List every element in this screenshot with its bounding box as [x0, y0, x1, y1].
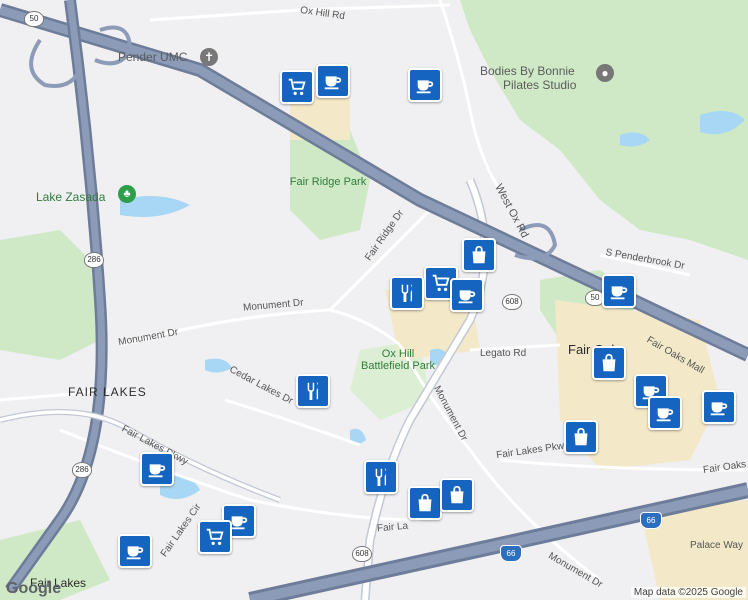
shopping-bag-marker[interactable] [440, 478, 474, 512]
restaurant-marker[interactable] [390, 276, 424, 310]
shopping-bag-icon [602, 353, 616, 372]
label-pilates-studio: Pilates Studio [503, 78, 577, 92]
label-palace-way: Palace Way [690, 540, 743, 551]
restaurant-marker[interactable] [364, 460, 398, 494]
route-shield-va608-south: 608 [352, 546, 372, 562]
shopping-cart-icon [288, 78, 306, 96]
restaurant-marker[interactable] [296, 374, 330, 408]
fork-knife-icon [375, 468, 387, 486]
shopping-bag-marker[interactable] [564, 420, 598, 454]
grocery-marker[interactable] [280, 70, 314, 104]
route-shield-va286-south: 286 [72, 462, 92, 478]
label-pender-umc: Pender UMC [118, 50, 188, 64]
fork-knife-icon [307, 382, 319, 400]
cafe-marker[interactable] [648, 396, 682, 430]
shopping-cart-icon [206, 528, 224, 546]
cafe-marker[interactable] [118, 534, 152, 568]
label-bodies-by-bonnie: Bodies By Bonnie [480, 64, 575, 78]
fitness-icon: ● [596, 64, 614, 82]
route-shield-va286-north: 286 [84, 252, 104, 268]
cafe-marker[interactable] [140, 452, 174, 486]
park-tree-icon: ♣ [118, 185, 136, 203]
coffee-cup-icon [610, 286, 628, 300]
cafe-marker[interactable] [450, 278, 484, 312]
cafe-marker[interactable] [702, 390, 736, 424]
shopping-bag-icon [472, 245, 486, 264]
coffee-cup-icon [126, 546, 144, 560]
label-fair-ridge-park: Fair Ridge Park [289, 176, 367, 188]
coffee-cup-icon [710, 402, 728, 416]
coffee-cup-icon [458, 290, 476, 304]
fork-knife-icon [401, 284, 413, 302]
route-shield-va608-east: 608 [502, 294, 522, 310]
church-icon: ✝ [200, 48, 218, 66]
shopping-cart-icon [432, 274, 450, 292]
cafe-marker[interactable] [316, 64, 350, 98]
coffee-cup-icon [148, 464, 166, 478]
route-shield-i66-east: 66 [640, 512, 662, 529]
shopping-bag-marker[interactable] [408, 486, 442, 520]
map-canvas[interactable]: Ox Hill Rd Pender UMC ✝ Bodies By Bonnie… [0, 0, 748, 600]
shopping-bag-icon [418, 493, 432, 512]
route-shield-i66-south: 66 [500, 545, 522, 562]
map-attribution: Map data ©2025 Google [630, 587, 746, 598]
cafe-marker[interactable] [408, 68, 442, 102]
label-legato-rd: Legato Rd [480, 348, 527, 359]
shopping-bag-icon [450, 485, 464, 504]
grocery-marker[interactable] [198, 520, 232, 554]
shopping-bag-marker[interactable] [462, 238, 496, 272]
google-logo: Google [6, 580, 62, 597]
label-ox-hill-battlefield-park: Ox Hill Battlefield Park [361, 348, 435, 372]
coffee-cup-icon [416, 80, 434, 94]
label-fair-lakes-area: FAIR LAKES [68, 385, 147, 399]
coffee-cup-icon [324, 76, 342, 90]
coffee-cup-icon [656, 408, 674, 422]
shopping-bag-marker[interactable] [592, 346, 626, 380]
route-shield-us50-top: 50 [24, 11, 44, 27]
shopping-bag-icon [574, 427, 588, 446]
label-lake-zasada: Lake Zasada [36, 190, 106, 204]
cafe-marker[interactable] [602, 274, 636, 308]
